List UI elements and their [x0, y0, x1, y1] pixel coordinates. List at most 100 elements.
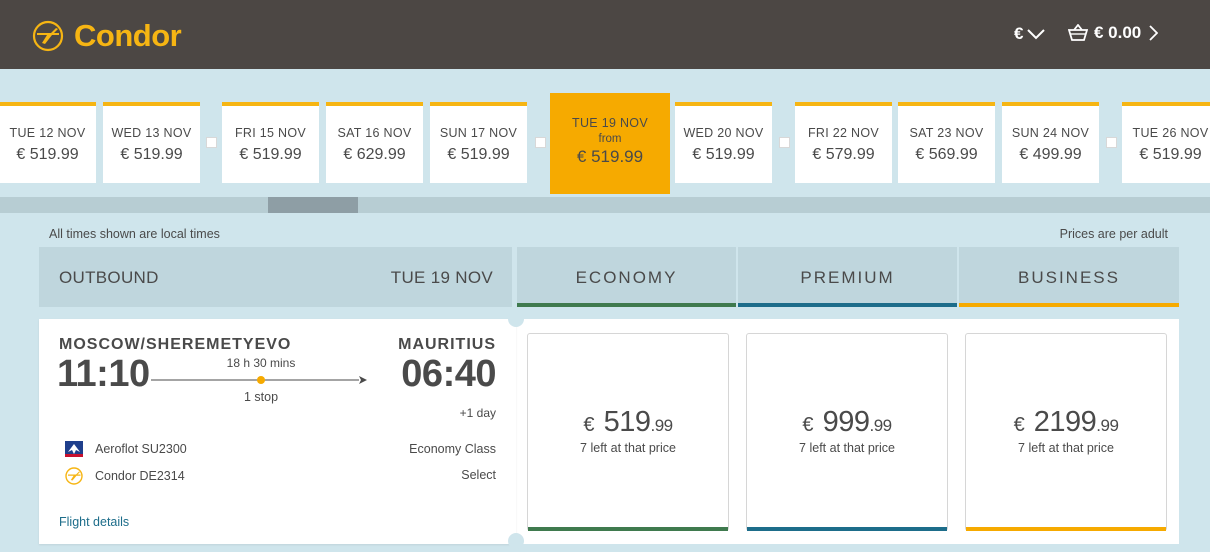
date-label: FRI 15 NOV	[234, 126, 307, 140]
ticket-notch	[508, 311, 524, 327]
flight-details-link[interactable]: Flight details	[59, 515, 129, 529]
date-strip-scrollbar[interactable]	[0, 197, 1210, 213]
fare-availability: 7 left at that price	[1018, 441, 1114, 455]
date-price: € 629.99	[343, 146, 406, 163]
fare-cents: .99	[650, 416, 673, 435]
fare-cents: .99	[1096, 416, 1119, 435]
date-price: € 579.99	[812, 146, 875, 163]
outbound-header: OUTBOUND TUE 19 NOV	[39, 247, 512, 307]
local-times-note: All times shown are local times	[49, 227, 220, 241]
condor-bird-icon	[32, 20, 64, 52]
date-option[interactable]: FRI 15 NOV € 519.99	[222, 102, 319, 183]
date-label: SUN 17 NOV	[439, 126, 518, 140]
currency-selector[interactable]: €	[1014, 24, 1046, 44]
cabin-class: Economy Class	[409, 442, 496, 456]
fare-main: 999	[822, 406, 870, 438]
flight-duration: 18 h 30 mins	[226, 356, 296, 370]
no-flight-marker	[779, 137, 790, 148]
tab-business[interactable]: BUSINESS	[959, 247, 1179, 307]
per-adult-note: Prices are per adult	[1059, 227, 1168, 241]
date-label: SAT 16 NOV	[337, 126, 412, 140]
tab-label: BUSINESS	[1018, 268, 1120, 287]
arrival-city: MAURITIUS	[398, 336, 496, 353]
date-label: FRI 22 NOV	[807, 126, 880, 140]
no-flight-marker	[206, 137, 217, 148]
condor-logo[interactable]: Condor	[32, 18, 182, 54]
brand-name: Condor	[74, 18, 182, 53]
date-price: € 519.99	[692, 146, 755, 163]
basket-button[interactable]: € 0.00	[1068, 23, 1159, 43]
top-header: Condor € € 0.00	[0, 0, 1210, 69]
tab-label: ECONOMY	[575, 268, 678, 287]
date-price: € 519.99	[1139, 146, 1202, 163]
carrier-name: Aeroflot SU2300	[95, 442, 187, 456]
chevron-down-icon	[1027, 29, 1046, 40]
route-arrow-icon	[151, 376, 367, 384]
stop-count: 1 stop	[243, 390, 279, 404]
aeroflot-logo-icon	[65, 441, 83, 457]
date-price: € 519.99	[239, 146, 302, 163]
date-option[interactable]: SUN 24 NOV € 499.99	[1002, 102, 1099, 183]
tab-economy[interactable]: ECONOMY	[517, 247, 736, 307]
basket-total: € 0.00	[1094, 23, 1142, 42]
ticket-notch	[508, 533, 524, 549]
outbound-date: TUE 19 NOV	[390, 268, 493, 287]
date-option-selected[interactable]: TUE 19 NOV from € 519.99	[550, 93, 670, 194]
date-price: € 519.99	[16, 146, 79, 163]
select-link[interactable]: Select	[461, 468, 496, 482]
date-label: TUE 19 NOV	[572, 116, 648, 130]
fare-amount: € 2199.99	[966, 406, 1166, 439]
date-label: WED 20 NOV	[683, 126, 764, 140]
date-option[interactable]: SAT 16 NOV € 629.99	[326, 102, 423, 183]
currency-symbol: €	[583, 414, 595, 436]
fare-economy[interactable]: € 519.99 7 left at that price	[527, 333, 729, 531]
tab-label: PREMIUM	[800, 268, 895, 287]
fare-business[interactable]: € 2199.99 7 left at that price	[965, 333, 1167, 531]
fare-amount: € 999.99	[747, 406, 947, 439]
basket-icon	[1068, 24, 1088, 41]
no-flight-marker	[535, 137, 546, 148]
fare-premium[interactable]: € 999.99 7 left at that price	[746, 333, 948, 531]
date-strip-scroll-thumb[interactable]	[268, 197, 358, 213]
fare-availability: 7 left at that price	[580, 441, 676, 455]
currency-symbol: €	[1013, 414, 1025, 436]
flight-card: MOSCOW/SHEREMETYEVO 11:10 MAURITIUS 06:4…	[39, 319, 516, 544]
day-offset: +1 day	[459, 406, 496, 420]
departure-time: 11:10	[57, 353, 150, 395]
date-price: € 519.99	[120, 146, 183, 163]
fare-color-bar	[528, 527, 728, 531]
date-price: € 519.99	[576, 147, 644, 166]
date-label: TUE 12 NOV	[9, 126, 86, 140]
carrier-row: Aeroflot SU2300	[65, 440, 187, 458]
fare-amount: € 519.99	[528, 406, 728, 439]
carrier-row: Condor DE2314	[65, 467, 185, 485]
date-option[interactable]: SUN 17 NOV € 519.99	[430, 102, 527, 183]
date-price: € 499.99	[1019, 146, 1082, 163]
currency-symbol: €	[802, 414, 814, 436]
date-option[interactable]: WED 20 NOV € 519.99	[675, 102, 772, 183]
fare-color-bar	[747, 527, 947, 531]
outbound-label: OUTBOUND	[59, 268, 159, 287]
date-option[interactable]: SAT 23 NOV € 569.99	[898, 102, 995, 183]
from-label: from	[598, 133, 622, 145]
no-flight-marker	[1106, 137, 1117, 148]
carrier-name: Condor DE2314	[95, 469, 185, 483]
date-option[interactable]: WED 13 NOV € 519.99	[103, 102, 200, 183]
arrival-time: 06:40	[401, 353, 496, 395]
date-label: TUE 26 NOV	[1132, 126, 1209, 140]
date-label: SAT 23 NOV	[909, 126, 984, 140]
date-option[interactable]: FRI 22 NOV € 579.99	[795, 102, 892, 183]
fare-cents: .99	[869, 416, 892, 435]
condor-logo-icon	[65, 467, 83, 485]
currency-symbol: €	[1014, 24, 1024, 43]
tab-premium[interactable]: PREMIUM	[738, 247, 957, 307]
date-option[interactable]: TUE 12 NOV € 519.99	[0, 102, 96, 183]
date-price: € 519.99	[447, 146, 510, 163]
fare-main: 519	[603, 406, 651, 438]
fare-main: 2199	[1033, 406, 1097, 438]
departure-city: MOSCOW/SHEREMETYEVO	[59, 336, 292, 353]
fare-availability: 7 left at that price	[799, 441, 895, 455]
date-label: WED 13 NOV	[111, 126, 192, 140]
date-option[interactable]: TUE 26 NOV € 519.99	[1122, 102, 1210, 183]
chevron-right-icon	[1149, 25, 1159, 41]
